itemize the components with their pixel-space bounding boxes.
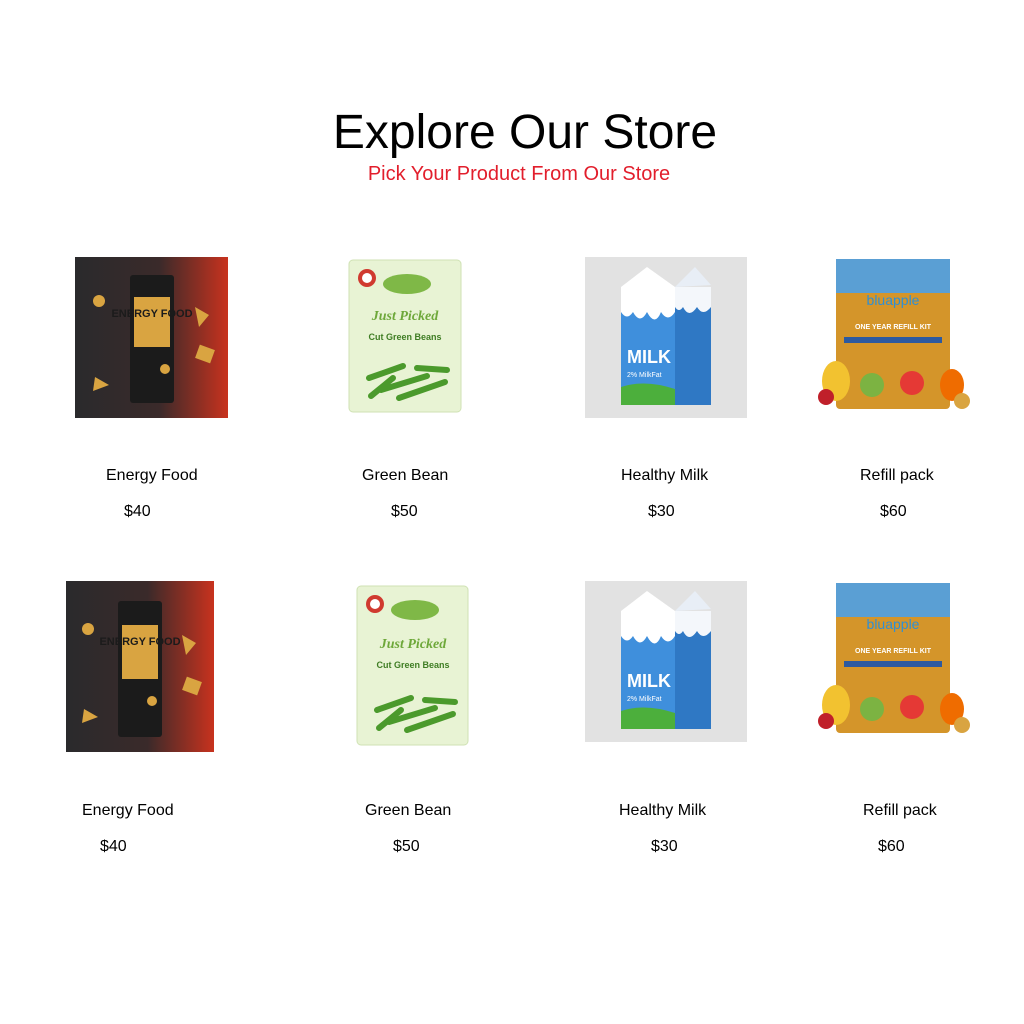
svg-text:bluapple: bluapple	[867, 292, 920, 308]
svg-text:ONE YEAR REFILL KIT: ONE YEAR REFILL KIT	[855, 324, 932, 331]
page-title: Explore Our Store	[332, 106, 718, 159]
product-price: $50	[393, 838, 420, 855]
product-name[interactable]: Healthy Milk	[619, 801, 706, 821]
product-price: $40	[100, 838, 127, 855]
product-name[interactable]: Green Bean	[362, 466, 448, 486]
product-price: $50	[391, 503, 418, 520]
svg-text:Just Picked: Just Picked	[379, 637, 447, 652]
svg-text:2% MilkFat: 2% MilkFat	[627, 372, 662, 379]
svg-text:MILK: MILK	[627, 347, 671, 367]
healthy-milk-image[interactable]: MILK 2% MilkFat	[585, 257, 747, 418]
healthy-milk-image[interactable]: MILK 2% MilkFat	[585, 581, 747, 742]
refill-pack-image[interactable]: bluapple ONE YEAR REFILL KIT	[812, 257, 974, 415]
green-bean-image[interactable]: Just Picked Cut Green Beans	[347, 258, 463, 414]
svg-text:bluapple: bluapple	[867, 616, 920, 632]
green-bean-image[interactable]: Just Picked Cut Green Beans	[355, 584, 470, 747]
energy-food-image[interactable]: ENERGY FOOD	[75, 257, 228, 418]
svg-text:ONE YEAR REFILL KIT: ONE YEAR REFILL KIT	[855, 648, 932, 655]
product-price: $60	[878, 838, 905, 855]
svg-text:Just Picked: Just Picked	[371, 309, 439, 324]
product-name[interactable]: Healthy Milk	[621, 466, 708, 486]
product-name[interactable]: Refill pack	[860, 466, 934, 486]
svg-text:ENERGY FOOD: ENERGY FOOD	[99, 636, 180, 648]
product-name[interactable]: Energy Food	[82, 801, 174, 821]
product-name[interactable]: Energy Food	[106, 466, 198, 486]
product-price: $30	[651, 838, 678, 855]
product-price: $30	[648, 503, 675, 520]
svg-text:2% MilkFat: 2% MilkFat	[627, 696, 662, 703]
svg-text:MILK: MILK	[627, 671, 671, 691]
svg-text:Cut Green Beans: Cut Green Beans	[368, 332, 441, 342]
product-name[interactable]: Green Bean	[365, 801, 451, 821]
product-price: $40	[124, 503, 151, 520]
product-price: $60	[880, 503, 907, 520]
refill-pack-image[interactable]: bluapple ONE YEAR REFILL KIT	[812, 581, 974, 739]
svg-text:ENERGY FOOD: ENERGY FOOD	[111, 308, 192, 320]
product-name[interactable]: Refill pack	[863, 801, 937, 821]
page-subtitle: Pick Your Product From Our Store	[367, 163, 671, 185]
energy-food-image[interactable]: ENERGY FOOD	[66, 581, 214, 752]
svg-text:Cut Green Beans: Cut Green Beans	[376, 660, 449, 670]
